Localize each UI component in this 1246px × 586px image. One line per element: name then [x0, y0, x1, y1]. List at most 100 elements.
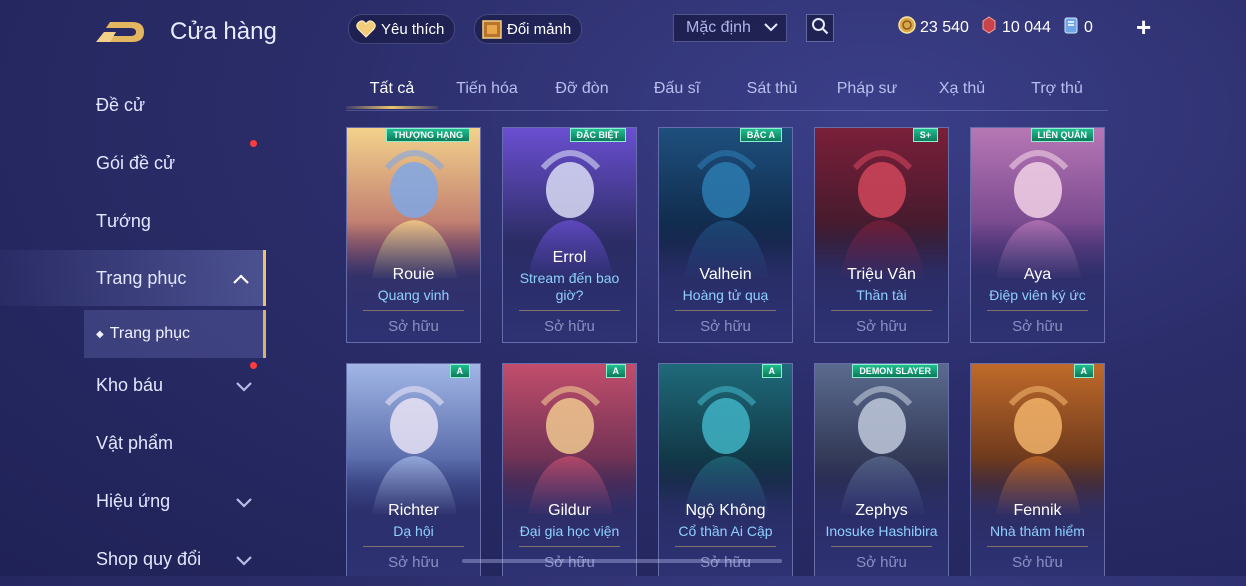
divider: [519, 310, 620, 311]
skin-name: Stream đến bao giờ?: [519, 270, 620, 303]
exchange-label: Đổi mảnh: [507, 20, 572, 38]
top-bar: Cửa hàng Yêu thích Đổi mảnh Mặc định 23 …: [0, 0, 1246, 60]
sidebar-item-recommended[interactable]: Đề cử: [0, 78, 266, 132]
sidebar-item-label: Shop quy đổi: [96, 548, 202, 569]
gem-currency: 10 044: [980, 16, 1051, 39]
sidebar-item-label: Tướng: [96, 210, 151, 231]
bullet-icon: ◆: [96, 328, 104, 340]
ownership-status: Sở hữu: [700, 318, 751, 335]
divider: [363, 546, 464, 547]
skin-name: Dạ hội: [393, 523, 434, 539]
skin-card[interactable]: ĐẶC BIỆT Errol Stream đến bao giờ? Sở hữu: [502, 127, 637, 343]
divider: [675, 310, 776, 311]
hero-name: Gildur: [548, 502, 591, 519]
tab-assassin[interactable]: Sát thủ: [726, 80, 818, 98]
ownership-status: Sở hữu: [544, 318, 595, 335]
ownership-status: Sở hữu: [388, 318, 439, 335]
gold-coin-icon: [898, 16, 916, 39]
ownership-status: Sở hữu: [856, 318, 907, 335]
skin-tier-badge: S+: [912, 128, 938, 142]
tab-support[interactable]: Trợ thủ: [1011, 80, 1103, 98]
hero-name: Rouie: [392, 266, 435, 283]
sidebar-item-exchange-shop[interactable]: Shop quy đổi: [0, 532, 266, 586]
skin-card[interactable]: THƯỢNG HẠNG Rouie Quang vinh Sở hữu: [346, 127, 481, 343]
skin-card[interactable]: A Gildur Đại gia học viện Sở hữu: [502, 363, 637, 576]
skin-card[interactable]: BẬC A Valhein Hoàng tử quạ Sở hữu: [658, 127, 793, 343]
favorites-button[interactable]: Yêu thích: [348, 14, 456, 44]
sidebar-item-label: Kho báu: [96, 374, 164, 395]
gold-currency: 23 540: [898, 16, 969, 39]
divider: [363, 310, 464, 311]
divider: [987, 546, 1088, 547]
tab-evolution[interactable]: Tiến hóa: [441, 80, 533, 98]
ownership-status: Sở hữu: [388, 554, 439, 571]
sidebar-subitem-skins[interactable]: ◆ Trang phục: [84, 310, 266, 358]
skin-tier-badge: ĐẶC BIỆT: [569, 128, 626, 142]
sidebar-item-skins[interactable]: Trang phục: [0, 250, 266, 306]
skin-name: Hoàng tử quạ: [682, 287, 769, 303]
red-gem-icon: [980, 16, 998, 39]
page-title: Cửa hàng: [170, 18, 277, 45]
fragment-box-icon: [481, 18, 503, 40]
divider: [675, 546, 776, 547]
tab-fighter[interactable]: Đấu sĩ: [631, 80, 723, 98]
chevron-down-icon: [236, 376, 252, 397]
skin-card[interactable]: DEMON SLAYER Zephys Inosuke Hashibira Sở hữ…: [814, 363, 949, 576]
skin-tier-badge: A: [1073, 364, 1094, 378]
voucher-icon: [1062, 16, 1080, 39]
skin-name: Điệp viên ký ức: [989, 287, 1086, 303]
back-logo-icon[interactable]: [96, 18, 148, 46]
skin-card[interactable]: A Richter Dạ hội Sở hữu: [346, 363, 481, 576]
skin-name: Đại gia học viện: [519, 523, 620, 539]
skin-grid: THƯỢNG HẠNG Rouie Quang vinh Sở hữu ĐẶC BIỆT…: [346, 127, 1108, 576]
divider: [831, 310, 932, 311]
skin-card[interactable]: A Ngộ Không Cổ thần Ai Cập Sở hữu: [658, 363, 793, 576]
hero-name: Triệu Vân: [847, 266, 916, 283]
sidebar-item-label: Hiệu ứng: [96, 490, 171, 511]
sidebar-item-treasure[interactable]: Kho báu: [0, 358, 266, 412]
divider: [987, 310, 1088, 311]
sidebar-item-recommended-packs[interactable]: Gói đề cử: [0, 136, 266, 190]
tab-mage[interactable]: Pháp sư: [821, 80, 913, 98]
hero-name: Ngộ Không: [685, 502, 766, 519]
tab-tank[interactable]: Đỡ đòn: [536, 80, 628, 98]
add-currency-button[interactable]: +: [1136, 12, 1151, 43]
sidebar-item-heroes[interactable]: Tướng: [0, 194, 266, 248]
skin-name: Cổ thần Ai Cập: [678, 523, 773, 539]
ownership-status: Sở hữu: [1012, 318, 1063, 335]
tab-all[interactable]: Tất cả: [346, 80, 438, 98]
search-button[interactable]: [806, 14, 834, 42]
chevron-up-icon: [233, 268, 249, 289]
scrollbar[interactable]: [462, 559, 782, 563]
sort-dropdown[interactable]: Mặc định: [673, 14, 787, 42]
exchange-fragments-button[interactable]: Đổi mảnh: [474, 14, 583, 44]
skin-card[interactable]: LIÊN QUÂN Aya Điệp viên ký ức Sở hữu: [970, 127, 1105, 343]
notification-dot: [250, 140, 257, 147]
hero-name: Richter: [388, 502, 439, 519]
ownership-status: Sở hữu: [1012, 554, 1063, 571]
skin-tier-badge: BẬC A: [739, 128, 782, 142]
hero-name: Fennik: [1013, 502, 1062, 519]
chevron-down-icon: [764, 19, 778, 37]
skin-tier-badge: THƯỢNG HẠNG: [386, 128, 470, 142]
skin-tier-badge: A: [605, 364, 626, 378]
ownership-status: Sở hữu: [856, 554, 907, 571]
chevron-down-icon: [236, 550, 252, 571]
search-icon: [811, 17, 829, 40]
divider: [519, 546, 620, 547]
sidebar-item-label: Trang phục: [96, 267, 187, 288]
skin-name: Inosuke Hashibira: [825, 523, 938, 539]
skin-card[interactable]: S+ Triệu Vân Thần tài Sở hữu: [814, 127, 949, 343]
skin-card[interactable]: A Fennik Nhà thám hiểm Sở hữu: [970, 363, 1105, 576]
favorites-label: Yêu thích: [381, 20, 445, 38]
sidebar-item-effects[interactable]: Hiệu ứng: [0, 474, 266, 528]
category-tabs: Tất cả Tiến hóa Đỡ đòn Đấu sĩ Sát thủ Ph…: [346, 70, 1108, 111]
sidebar: Đề cử Gói đề cử Tướng Trang phục ◆ Trang…: [0, 78, 266, 576]
tab-marksman[interactable]: Xạ thủ: [916, 80, 1008, 98]
sidebar-item-label: Vật phẩm: [96, 432, 174, 453]
active-tab-indicator: [346, 106, 438, 109]
skin-name: Quang vinh: [377, 287, 450, 303]
gold-value: 23 540: [920, 18, 969, 36]
hero-name: Zephys: [855, 502, 908, 519]
sidebar-item-items[interactable]: Vật phẩm: [0, 416, 266, 470]
